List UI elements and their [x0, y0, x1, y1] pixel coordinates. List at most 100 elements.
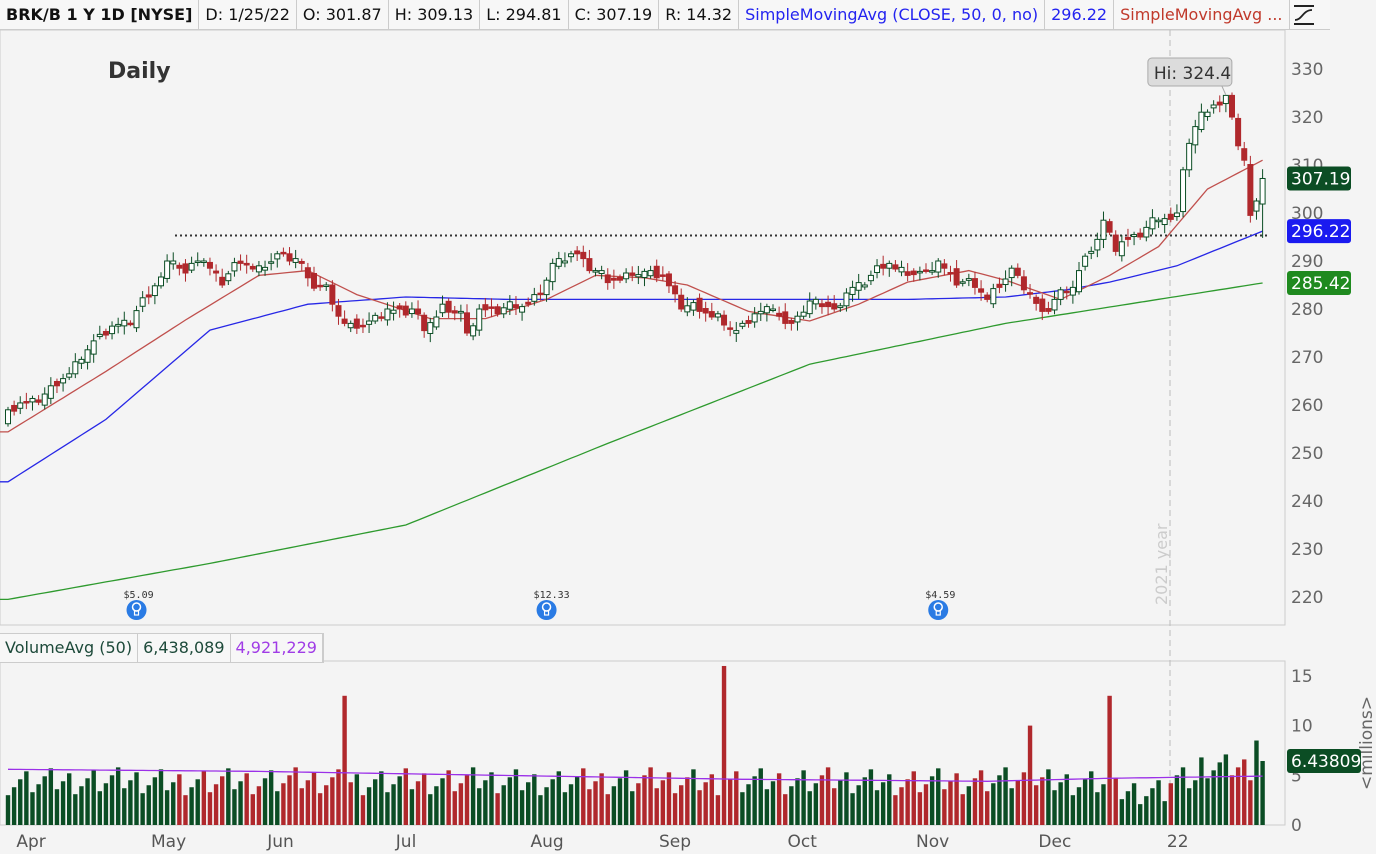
candle-body	[825, 301, 832, 308]
dividend-label: $12.33	[534, 590, 570, 601]
candle-body	[696, 297, 703, 312]
candle-body	[451, 310, 458, 314]
candle-body	[537, 292, 544, 296]
volume-bar	[1003, 767, 1008, 825]
volume-bar	[48, 768, 54, 825]
volume-bar	[60, 781, 66, 825]
hi-annotation-label: Hi: 324.4	[1154, 64, 1231, 84]
volume-study-label[interactable]: VolumeAvg (50)	[0, 634, 139, 662]
volume-bar	[397, 776, 402, 825]
candle-body	[415, 308, 422, 315]
candle-body	[1008, 267, 1015, 279]
candle-body	[109, 325, 116, 335]
volume-bar	[966, 786, 972, 825]
volume-bar	[832, 788, 837, 825]
candle-body	[610, 277, 617, 281]
candle-body	[586, 258, 593, 272]
candle-body	[531, 294, 538, 302]
volume-bar	[617, 778, 623, 825]
x-axis-label: Dec	[1038, 832, 1071, 852]
volume-bar	[568, 784, 574, 825]
candle-body	[886, 262, 893, 269]
volume-bar	[1156, 780, 1161, 825]
volume-bar	[623, 770, 629, 825]
volume-bar	[550, 779, 555, 825]
candle-body	[133, 310, 140, 329]
volume-bar	[483, 780, 488, 825]
volume-bar	[985, 791, 990, 825]
volume-bar	[556, 771, 561, 825]
candle-body	[347, 322, 354, 329]
volume-bar	[24, 771, 29, 825]
x-axis-label: 22	[1167, 832, 1189, 852]
candle-body	[1112, 234, 1119, 252]
volume-bar	[642, 775, 647, 825]
candle-body	[1027, 292, 1034, 295]
candle-body	[262, 266, 269, 271]
volume-bar	[391, 784, 396, 825]
volume-bar	[813, 783, 819, 825]
volume-bar	[538, 795, 543, 825]
volume-bar	[115, 767, 121, 825]
sma50-badge: 296.22	[1291, 222, 1350, 242]
volume-header: VolumeAvg (50) 6,438,089 4,921,229	[0, 633, 324, 663]
volume-bar	[489, 772, 494, 825]
candle-body	[494, 306, 501, 315]
candle-body	[53, 380, 60, 387]
candle-body	[249, 265, 256, 270]
dividend-icon	[126, 600, 147, 620]
candle-body	[843, 292, 850, 307]
candle-body	[867, 274, 874, 282]
candle-body	[200, 260, 207, 263]
volume-bar	[1242, 759, 1247, 825]
candle-body	[90, 340, 97, 355]
volume-bar	[1193, 780, 1198, 825]
candle-body	[470, 325, 477, 337]
candle-body	[751, 313, 758, 323]
candle-body	[1100, 219, 1107, 240]
candle-body	[1020, 276, 1027, 291]
candle-body	[231, 262, 238, 272]
candle-body	[353, 318, 360, 329]
volume-bar	[1186, 788, 1192, 825]
candle-body	[739, 322, 746, 327]
x-axis-label: Jul	[395, 832, 417, 852]
candle-body	[672, 285, 679, 295]
volume-bar	[868, 769, 874, 825]
price-chart[interactable]: 3303203103002902802702602502402302201510…	[0, 0, 1376, 854]
volume-bar	[5, 795, 11, 825]
candle-body	[549, 262, 556, 283]
volume-bar	[593, 781, 598, 825]
candle-body	[788, 320, 795, 324]
candle-body	[647, 270, 654, 277]
x-axis-label: Aug	[530, 832, 563, 852]
candle-body	[690, 302, 697, 311]
candle-body	[782, 311, 789, 324]
volume-bar	[256, 786, 262, 825]
volume-bar	[348, 782, 353, 825]
volume-bar	[562, 792, 568, 825]
candle-body	[311, 272, 317, 289]
volume-bar	[648, 767, 653, 825]
volume-bar	[715, 795, 721, 825]
volume-bar	[801, 770, 806, 825]
candle-body	[525, 301, 532, 305]
volume-bar	[189, 787, 194, 825]
candle-body	[580, 251, 587, 260]
candle-body	[519, 306, 526, 313]
price-tick-label: 230	[1291, 540, 1323, 560]
volume-bar	[373, 779, 378, 825]
volume-bar	[109, 775, 115, 825]
volume-bar	[440, 778, 445, 825]
volume-bar	[336, 769, 341, 825]
candle-body	[629, 272, 636, 276]
candle-body	[255, 265, 262, 273]
candle-body	[1210, 104, 1217, 109]
volume-bar	[746, 784, 751, 825]
volume-bar	[91, 770, 96, 825]
volume-bar	[262, 778, 268, 825]
candle-body	[898, 266, 905, 273]
candle	[1235, 113, 1242, 151]
price-tick-label: 240	[1291, 492, 1323, 512]
candle-body	[115, 323, 122, 327]
